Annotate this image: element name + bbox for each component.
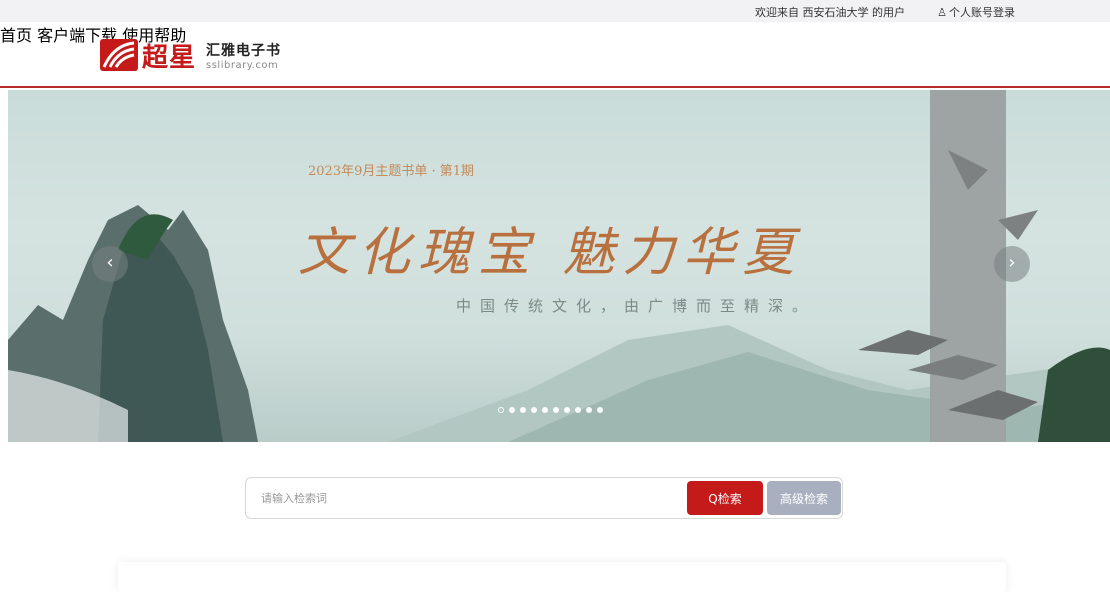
banner-dot[interactable] xyxy=(597,407,603,413)
banner-headline: 文化瑰宝 魅力华夏 xyxy=(298,223,803,283)
banner-dot[interactable] xyxy=(553,407,559,413)
brand-block: 汇雅电子书 sslibrary.com xyxy=(206,40,281,71)
brand-name: 汇雅电子书 xyxy=(206,42,282,59)
search-input[interactable] xyxy=(247,479,684,517)
chevron-left-icon: ‹ xyxy=(106,252,114,273)
site-header: 超星 汇雅电子书 sslibrary.com 首页 客户端下载 使用帮助 xyxy=(0,22,1110,88)
banner-dot[interactable] xyxy=(575,407,581,413)
banner-issue: 2023年9月主题书单 · 第1期 xyxy=(308,164,475,179)
hero-banner[interactable]: 2023年9月主题书单 · 第1期 文化瑰宝 魅力华夏 中国传统文化，由广博而至… xyxy=(8,90,1110,442)
personal-login-link[interactable]: ♙ 个人账号登录 xyxy=(937,4,1015,20)
nav-home[interactable]: 首页 xyxy=(0,26,32,45)
banner-dot[interactable] xyxy=(509,407,515,413)
chevron-right-icon: › xyxy=(1008,252,1016,273)
search-button[interactable]: Q检索 xyxy=(687,481,763,515)
banner-next-button[interactable]: › xyxy=(994,246,1030,282)
content-panel xyxy=(118,562,1006,592)
banner-dot[interactable] xyxy=(520,407,526,413)
advanced-search-button[interactable]: 高级检索 xyxy=(767,481,841,515)
top-bar: 欢迎来自 西安石油大学 的用户 ♙ 个人账号登录 xyxy=(0,0,1110,22)
banner-pagination xyxy=(498,407,603,413)
brand-url: sslibrary.com xyxy=(206,59,279,71)
banner-dot[interactable] xyxy=(498,407,504,413)
login-label: 个人账号登录 xyxy=(949,6,1015,19)
banner-subline: 中国传统文化，由广博而至精深。 xyxy=(456,297,817,315)
banner-dot[interactable] xyxy=(531,407,537,413)
search-box: Q检索 高级检索 xyxy=(245,477,843,519)
logo-mark-icon xyxy=(100,39,138,71)
user-icon: ♙ xyxy=(937,6,947,19)
banner-dot[interactable] xyxy=(542,407,548,413)
welcome-text: 欢迎来自 西安石油大学 的用户 xyxy=(755,6,905,19)
banner-dot[interactable] xyxy=(586,407,592,413)
logo-text: 超星 xyxy=(142,42,197,73)
banner-dot[interactable] xyxy=(564,407,570,413)
site-logo[interactable]: 超星 汇雅电子书 sslibrary.com xyxy=(100,36,281,74)
banner-prev-button[interactable]: ‹ xyxy=(92,246,128,282)
